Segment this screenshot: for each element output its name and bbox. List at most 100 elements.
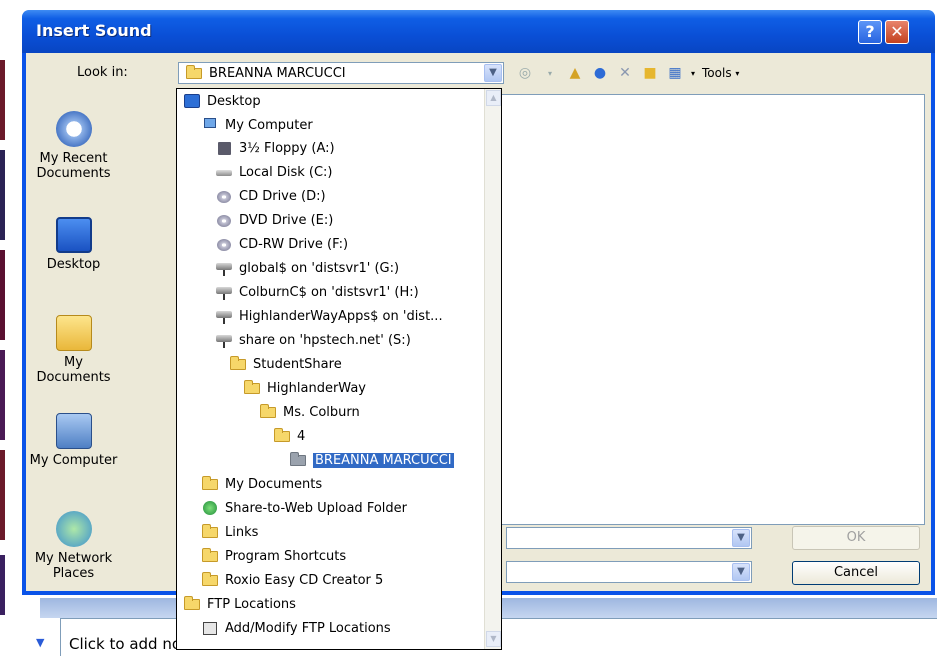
folder-open-icon (289, 452, 307, 468)
network-drive-icon (215, 284, 233, 300)
folder-icon (273, 428, 291, 444)
cd-icon (215, 188, 233, 204)
background-slide-thumb (0, 150, 5, 240)
list-item[interactable]: global$ on 'distsvr1' (G:) (215, 257, 399, 279)
folder-icon (185, 65, 203, 80)
notes-placeholder: Click to add no (69, 635, 182, 653)
look-in-combo[interactable]: BREANNA MARCUCCI ▼ (178, 62, 504, 84)
views-icon[interactable]: ▦ (666, 64, 684, 82)
back-icon[interactable]: ◎ (516, 64, 534, 82)
folder-icon (243, 380, 261, 396)
up-folder-icon[interactable]: ▲ (566, 64, 584, 82)
folder-icon (229, 356, 247, 372)
list-item[interactable]: share on 'hpstech.net' (S:) (215, 329, 411, 351)
place-label: My Computer (29, 453, 118, 468)
file-type-combo[interactable]: ▼ (506, 561, 752, 583)
folder-icon (201, 572, 219, 588)
list-item[interactable]: FTP Locations (183, 593, 296, 615)
place-desktop[interactable]: Desktop (26, 217, 121, 272)
recent-documents-icon (55, 111, 92, 147)
scroll-up-icon[interactable]: ▲ (486, 90, 501, 106)
places-bar: My Recent Documents Desktop My Documents… (26, 95, 121, 591)
look-in-value: BREANNA MARCUCCI (209, 66, 346, 81)
background-slide-thumb (0, 60, 5, 140)
network-drive-icon (215, 308, 233, 324)
folder-icon (259, 404, 277, 420)
desktop-icon (55, 217, 92, 253)
tools-menu[interactable]: Tools ▾ (702, 64, 739, 82)
desktop-icon (183, 93, 201, 109)
list-item[interactable]: Ms. Colburn (259, 401, 360, 423)
list-item[interactable]: Roxio Easy CD Creator 5 (201, 569, 383, 591)
place-label: My Documents (36, 355, 111, 385)
scroll-down-icon[interactable]: ▼ (486, 631, 501, 647)
list-item[interactable]: ColburnC$ on 'distsvr1' (H:) (215, 281, 419, 303)
ok-button[interactable]: OK (792, 526, 920, 550)
drive-icon (215, 164, 233, 180)
ftp-icon (201, 620, 219, 636)
list-item[interactable]: StudentShare (229, 353, 342, 375)
place-label: Desktop (46, 257, 101, 272)
dialog-title: Insert Sound (36, 21, 152, 40)
list-item[interactable]: 4 (273, 425, 305, 447)
place-label: My Recent Documents (36, 151, 111, 181)
chevron-down-icon[interactable]: ▾ (691, 64, 695, 82)
computer-icon (201, 117, 219, 133)
close-button[interactable]: ✕ (885, 20, 909, 44)
help-button[interactable]: ? (858, 20, 882, 44)
place-recent[interactable]: My Recent Documents (26, 111, 121, 181)
web-upload-icon (201, 500, 219, 516)
look-in-label: Look in: (77, 65, 128, 80)
list-item[interactable]: Add/Modify FTP Locations (201, 617, 391, 639)
chevron-down-icon[interactable]: ▼ (484, 64, 502, 82)
my-documents-icon (55, 315, 92, 351)
list-item[interactable]: My Computer (201, 114, 313, 136)
list-item[interactable]: Links (201, 521, 258, 543)
dropdown-scrollbar[interactable]: ▲ ▼ (484, 89, 501, 649)
chevron-down-icon[interactable]: ▼ (36, 636, 52, 652)
place-my-computer[interactable]: My Computer (26, 413, 121, 468)
chevron-down-icon[interactable]: ▾ (541, 64, 559, 82)
list-item-selected[interactable]: BREANNA MARCUCCI (289, 449, 454, 471)
list-item[interactable]: Desktop (183, 90, 261, 112)
list-item[interactable]: CD Drive (D:) (215, 185, 326, 207)
place-network[interactable]: My Network Places (26, 511, 121, 581)
delete-icon[interactable]: ✕ (616, 64, 634, 82)
chevron-down-icon[interactable]: ▼ (732, 529, 750, 547)
look-in-dropdown[interactable]: Desktop My Computer 3½ Floppy (A:) Local… (176, 88, 502, 650)
chevron-down-icon[interactable]: ▼ (732, 563, 750, 581)
my-computer-icon (55, 413, 92, 449)
cd-icon (215, 212, 233, 228)
floppy-icon (215, 140, 233, 156)
network-places-icon (55, 511, 92, 547)
folder-icon (201, 524, 219, 540)
list-item[interactable]: HighlanderWayApps$ on 'dist... (215, 305, 443, 327)
search-web-icon[interactable]: ● (591, 64, 609, 82)
background-slide-thumb (0, 450, 5, 540)
list-item[interactable]: Local Disk (C:) (215, 161, 332, 183)
list-item[interactable]: My Documents (201, 473, 322, 495)
dialog-toolbar: ◎ ▾ ▲ ● ✕ ■ ▦ ▾ Tools ▾ (516, 62, 740, 84)
list-item[interactable]: HighlanderWay (243, 377, 366, 399)
background-slide-thumb (0, 350, 5, 440)
new-folder-icon[interactable]: ■ (641, 64, 659, 82)
cancel-button[interactable]: Cancel (792, 561, 920, 585)
network-drive-icon (215, 260, 233, 276)
list-item[interactable]: Program Shortcuts (201, 545, 346, 567)
place-my-documents[interactable]: My Documents (26, 315, 121, 385)
tools-label: Tools (702, 66, 732, 80)
list-item[interactable]: 3½ Floppy (A:) (215, 137, 335, 159)
list-item[interactable]: DVD Drive (E:) (215, 209, 333, 231)
title-bar[interactable]: Insert Sound ? ✕ (22, 10, 935, 53)
file-name-combo[interactable]: ▼ (506, 527, 752, 549)
network-drive-icon (215, 332, 233, 348)
folder-icon (183, 596, 201, 612)
list-item[interactable]: Share-to-Web Upload Folder (201, 497, 407, 519)
cd-icon (215, 236, 233, 252)
place-label: My Network Places (34, 551, 113, 581)
folder-icon (201, 548, 219, 564)
background-slide-thumb (0, 250, 5, 340)
background-slide-thumb (0, 555, 5, 615)
my-documents-icon (201, 476, 219, 492)
list-item[interactable]: CD-RW Drive (F:) (215, 233, 348, 255)
